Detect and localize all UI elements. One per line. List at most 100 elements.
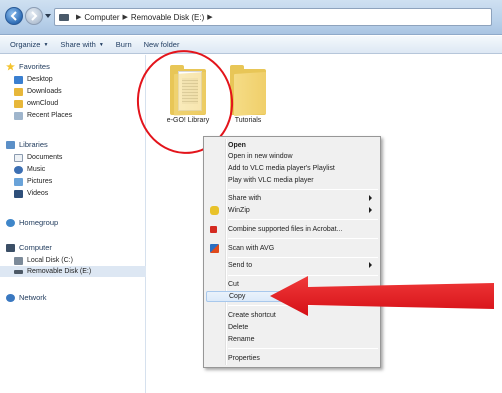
menu-separator (228, 348, 378, 349)
new-folder-button[interactable]: New folder (138, 40, 186, 49)
breadcrumb-separator-icon[interactable]: ▶ (123, 13, 128, 21)
share-with-button[interactable]: Share with ▼ (54, 40, 109, 49)
recent-places-icon (14, 111, 23, 120)
sidebar-item-computer[interactable]: Computer (6, 242, 52, 253)
sidebar-item-music[interactable]: Music (14, 164, 45, 175)
sidebar-item-label: Downloads (27, 88, 62, 95)
chevron-down-icon: ▼ (43, 41, 49, 48)
local-disk-icon (14, 256, 23, 265)
sidebar-item-label: Computer (19, 243, 52, 252)
menu-item-label: Combine supported files in Acrobat... (228, 226, 343, 233)
breadcrumb-removable-disk[interactable]: Removable Disk (E:) (131, 13, 204, 22)
libraries-icon (6, 140, 15, 149)
submenu-arrow-icon (369, 207, 372, 213)
sidebar-item-documents[interactable]: Documents (14, 152, 62, 163)
sidebar-item-label: Music (27, 166, 46, 173)
menu-item-open-new-window[interactable]: Open in new window (206, 151, 378, 162)
sidebar-item-label: ownCloud (27, 100, 59, 107)
menu-item-play-vlc[interactable]: Play with VLC media player (206, 175, 378, 186)
winzip-icon (210, 206, 219, 215)
desktop-icon (14, 75, 23, 84)
homegroup-icon (6, 218, 15, 227)
breadcrumb-separator-icon[interactable]: ▶ (207, 13, 212, 21)
submenu-arrow-icon (369, 195, 372, 201)
sidebar-item-local-disk[interactable]: Local Disk (C:) (14, 255, 73, 266)
menu-item-label: Properties (228, 355, 260, 362)
menu-separator (228, 257, 378, 258)
menu-item-label: Share with (228, 195, 262, 202)
menu-separator (228, 238, 378, 239)
acrobat-icon (210, 226, 217, 233)
star-icon (6, 62, 15, 71)
back-button[interactable] (5, 7, 23, 25)
sidebar-item-label: Pictures (27, 178, 53, 185)
menu-item-label: Add to VLC media player's Playlist (228, 165, 335, 172)
burn-label: Burn (115, 40, 132, 49)
command-bar: Organize ▼ Share with ▼ Burn New folder (0, 36, 502, 54)
network-icon (6, 293, 15, 302)
sidebar-item-label: Libraries (19, 140, 48, 149)
removable-disk-icon (14, 269, 23, 274)
submenu-arrow-icon (369, 262, 372, 268)
menu-item-add-vlc-playlist[interactable]: Add to VLC media player's Playlist (206, 163, 378, 174)
sidebar-item-label: Recent Places (27, 112, 73, 119)
menu-item-scan-avg[interactable]: Scan with AVG (206, 243, 378, 254)
chevron-down-icon: ▼ (98, 41, 104, 48)
sidebar-item-label: Favorites (19, 62, 50, 71)
menu-item-share-with[interactable]: Share with (206, 193, 378, 204)
owncloud-folder-icon (14, 99, 23, 108)
menu-item-open[interactable]: Open (206, 140, 378, 151)
menu-item-properties[interactable]: Properties (206, 353, 378, 364)
pictures-icon (14, 177, 23, 186)
sidebar-item-owncloud[interactable]: ownCloud (14, 98, 58, 109)
menu-item-label: Copy (229, 293, 246, 300)
forward-arrow-icon (31, 11, 38, 21)
sidebar-item-removable-disk[interactable]: Removable Disk (E:) (0, 266, 146, 277)
sidebar-item-libraries[interactable]: Libraries (6, 139, 48, 150)
annotation-arrow-icon (270, 276, 494, 316)
breadcrumb-separator-icon[interactable]: ▶ (76, 13, 81, 21)
menu-item-label: Play with VLC media player (228, 177, 314, 184)
navigation-pane: Favorites Desktop Downloads ownCloud Rec… (0, 55, 146, 393)
videos-icon (14, 189, 23, 198)
organize-button[interactable]: Organize ▼ (4, 40, 54, 49)
context-menu: Open Open in new window Add to VLC media… (203, 136, 381, 368)
sidebar-item-favorites[interactable]: Favorites (6, 61, 50, 72)
menu-item-label: Rename (228, 336, 255, 343)
sidebar-item-desktop[interactable]: Desktop (14, 74, 53, 85)
back-arrow-icon (10, 11, 17, 21)
new-folder-label: New folder (143, 40, 180, 49)
sidebar-item-label: Videos (27, 190, 49, 197)
sidebar-item-network[interactable]: Network (6, 292, 47, 303)
menu-item-send-to[interactable]: Send to (206, 260, 378, 271)
recent-pages-chevron-icon[interactable] (45, 13, 51, 19)
computer-icon (59, 13, 69, 21)
downloads-folder-icon (14, 87, 23, 96)
menu-item-combine-acrobat[interactable]: Combine supported files in Acrobat... (206, 224, 378, 235)
burn-button[interactable]: Burn (110, 40, 138, 49)
address-bar: ▶ Computer ▶ Removable Disk (E:) ▶ (0, 0, 502, 35)
sidebar-item-videos[interactable]: Videos (14, 188, 48, 199)
menu-item-label: Scan with AVG (228, 245, 275, 252)
sidebar-item-pictures[interactable]: Pictures (14, 176, 52, 187)
menu-item-label: Open (228, 142, 246, 149)
breadcrumb-computer[interactable]: Computer (84, 13, 119, 22)
sidebar-item-label: Local Disk (C:) (27, 257, 73, 264)
avg-icon (210, 244, 219, 253)
sidebar-item-homegroup[interactable]: Homegroup (6, 217, 58, 228)
documents-icon (14, 153, 23, 162)
menu-item-label: WinZip (228, 207, 250, 214)
sidebar-item-recent-places[interactable]: Recent Places (14, 110, 72, 121)
sidebar-item-downloads[interactable]: Downloads (14, 86, 62, 97)
menu-item-rename[interactable]: Rename (206, 334, 378, 345)
computer-icon (6, 243, 15, 252)
share-with-label: Share with (60, 40, 96, 49)
address-path[interactable]: ▶ Computer ▶ Removable Disk (E:) ▶ (54, 8, 492, 26)
menu-item-winzip[interactable]: WinZip (206, 205, 378, 216)
menu-item-label: Open in new window (228, 153, 293, 160)
sidebar-item-label: Homegroup (19, 218, 59, 227)
forward-button[interactable] (25, 7, 43, 25)
sidebar-item-label: Network (19, 293, 47, 302)
menu-item-delete[interactable]: Delete (206, 322, 378, 333)
sidebar-item-label: Documents (27, 154, 63, 161)
